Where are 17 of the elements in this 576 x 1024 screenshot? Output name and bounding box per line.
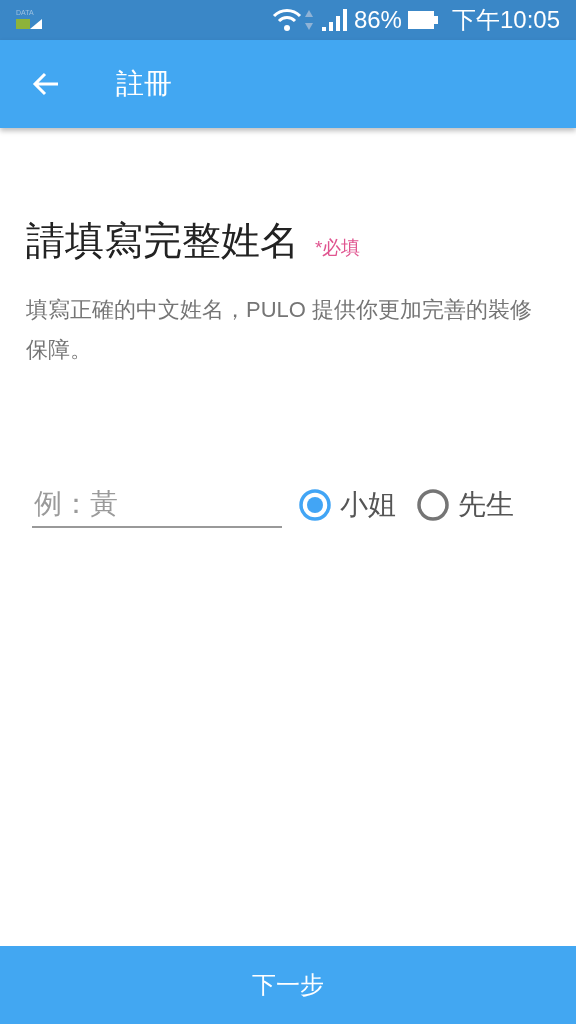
clock: 下午10:05 <box>451 5 560 35</box>
battery-percent: 86% <box>353 5 402 35</box>
data-arrows-icon <box>303 8 314 32</box>
radio-label[interactable]: 先生 <box>458 484 514 526</box>
radio-label[interactable]: 小姐 <box>340 484 396 526</box>
heading: 請填寫完整姓名 <box>26 218 299 264</box>
radio-button[interactable] <box>298 488 332 522</box>
name-input-field[interactable]: 例：黃 <box>32 482 282 528</box>
battery-icon <box>407 10 440 30</box>
signal-icon <box>321 8 350 32</box>
mobile-data-icon <box>16 17 42 31</box>
radio-button[interactable] <box>416 488 450 522</box>
screen-title: 註冊 <box>116 67 172 101</box>
wifi-icon <box>271 7 302 33</box>
required-tag: *必填 <box>315 233 361 262</box>
back-arrow-icon <box>32 72 60 96</box>
description: 填寫正確的中文姓名，PULO 提供你更加完善的裝修保障。 <box>26 296 534 364</box>
